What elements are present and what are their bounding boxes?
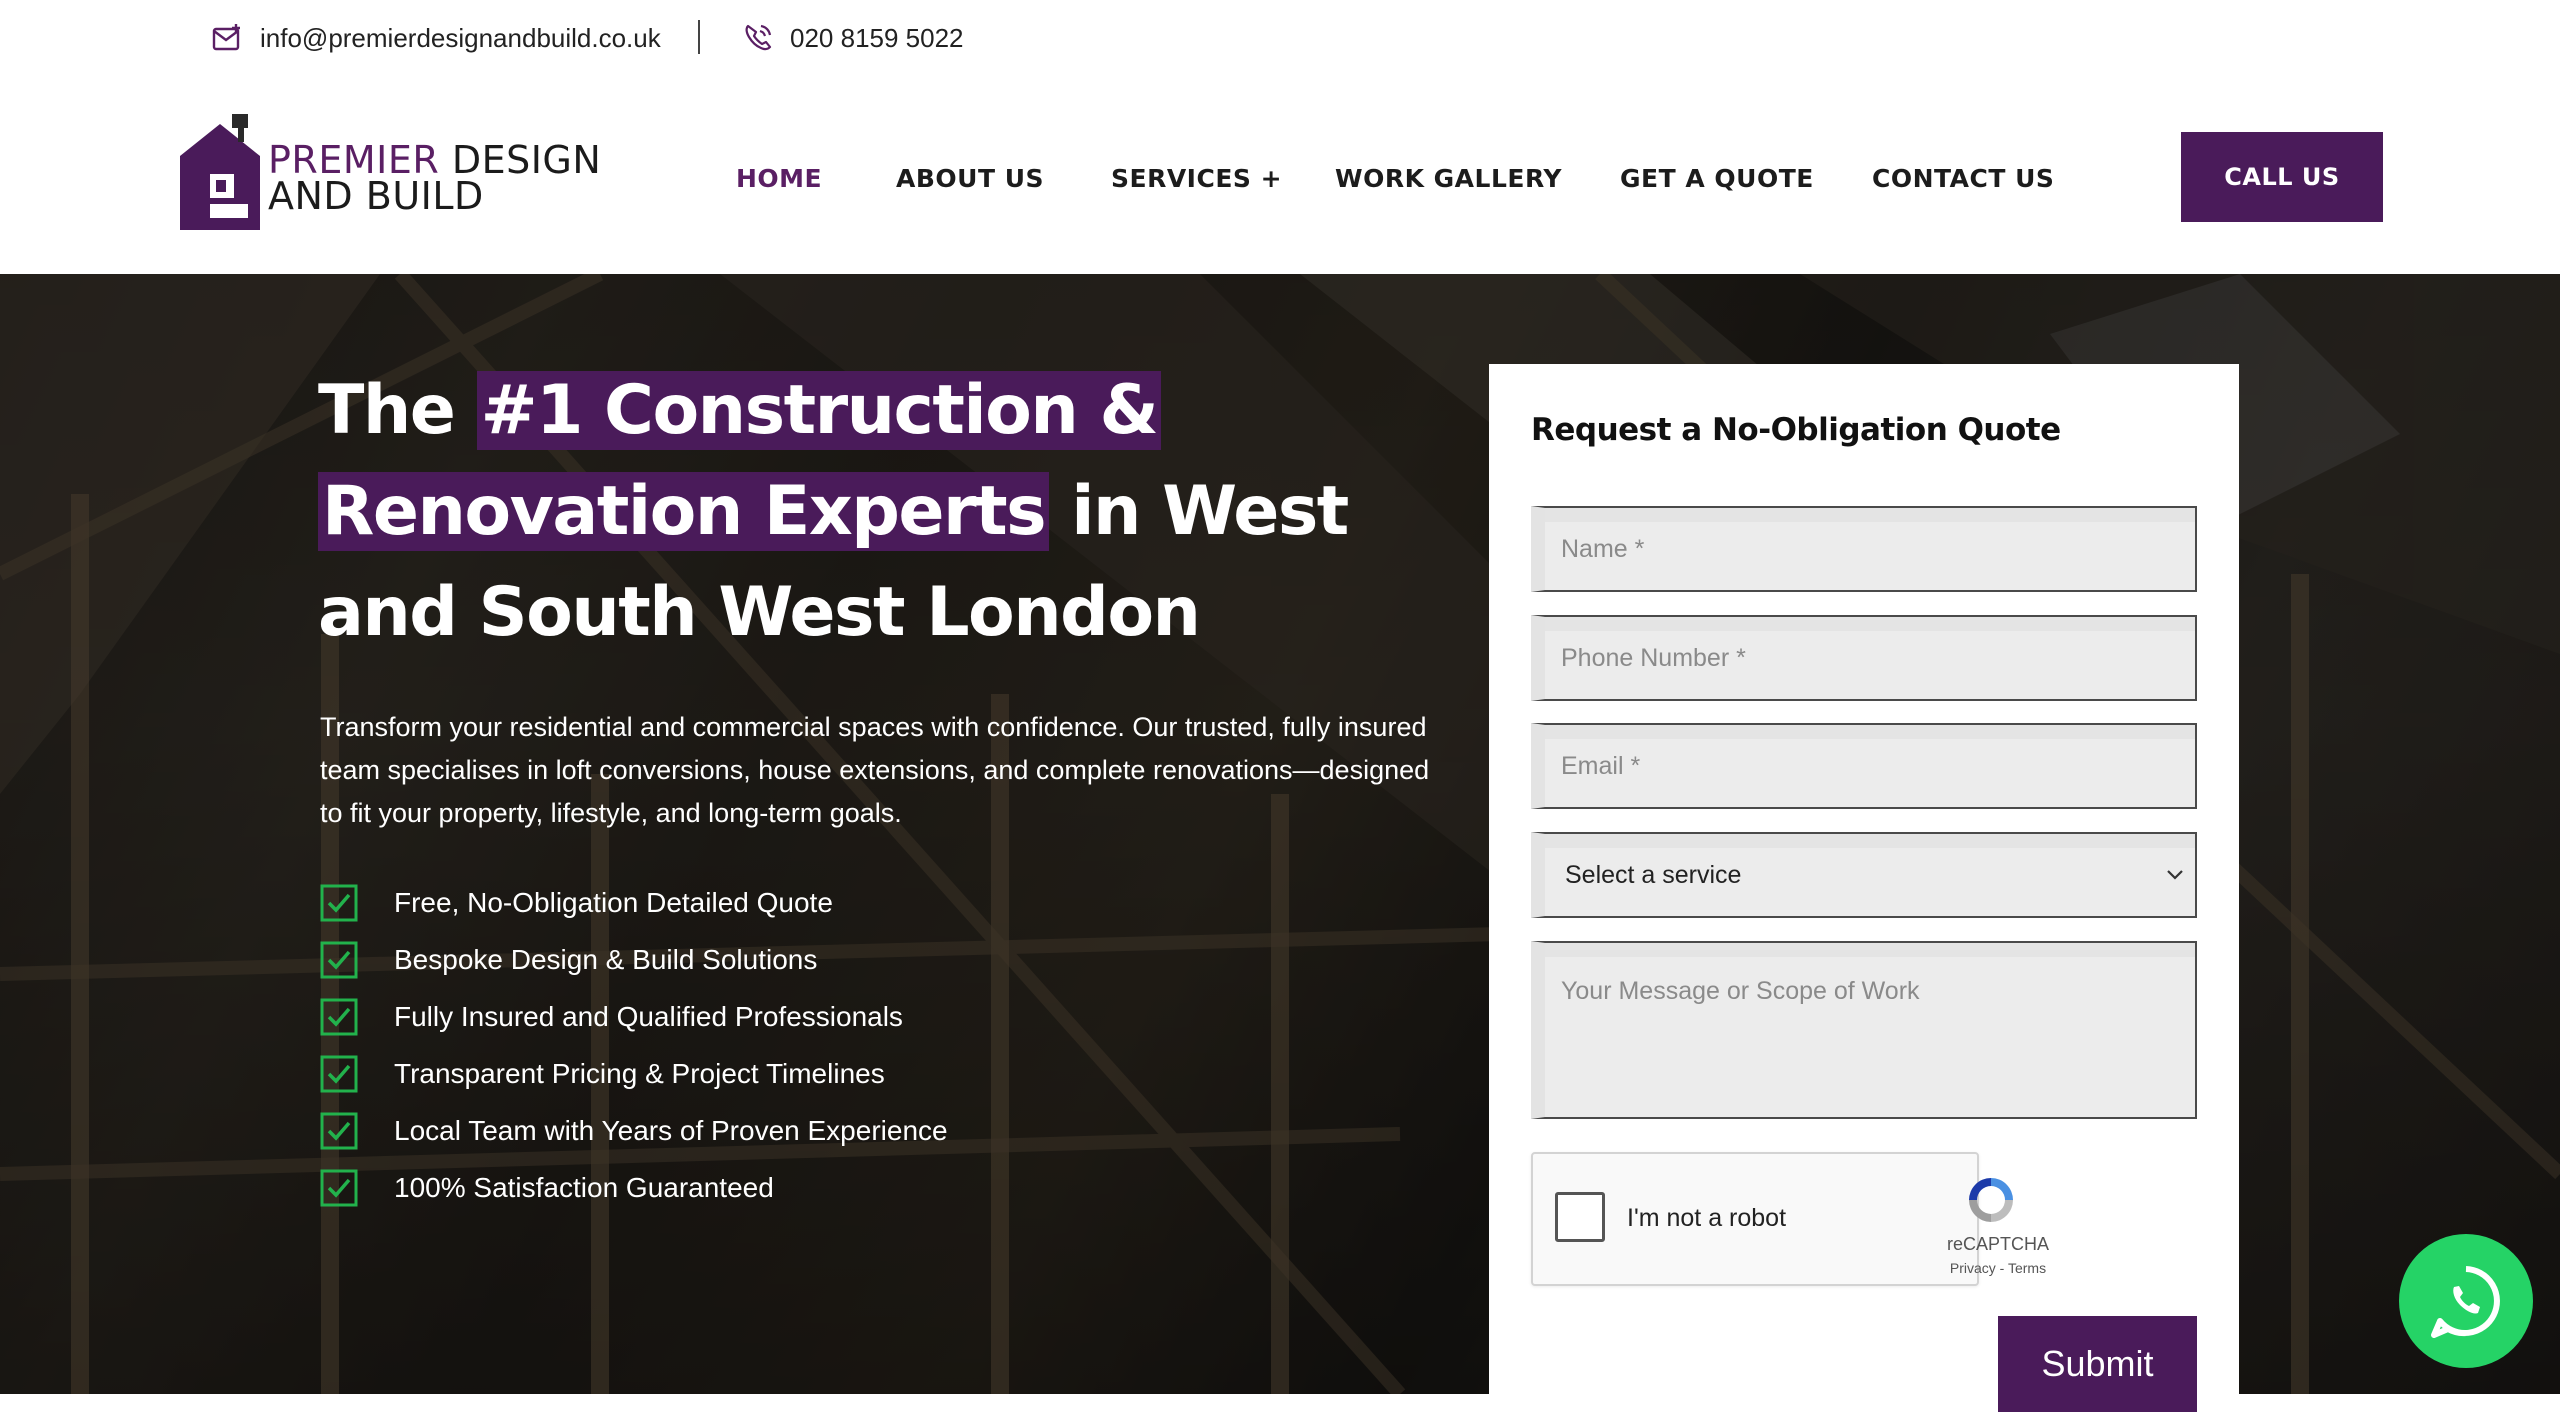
- feature-list: Free, No-Obligation Detailed Quote Bespo…: [320, 874, 948, 1216]
- nav-home[interactable]: HOME: [736, 164, 896, 193]
- checkbox-check-icon: [320, 1169, 358, 1206]
- recaptcha-checkbox[interactable]: [1555, 1192, 1605, 1242]
- hero-title-highlight-1: #1 Construction &: [476, 371, 1162, 450]
- feature-text: Transparent Pricing & Project Timelines: [394, 1057, 885, 1089]
- checkbox-check-icon: [320, 941, 358, 978]
- nav-get-a-quote[interactable]: GET A QUOTE: [1620, 164, 1872, 193]
- form-title: Request a No-Obligation Quote: [1531, 412, 2061, 448]
- service-select-value: Select a service: [1565, 860, 1742, 889]
- feature-item: Fully Insured and Qualified Professional…: [320, 988, 948, 1045]
- site-header: PREMIER DESIGN AND BUILD HOME ABOUT US S…: [0, 78, 2560, 274]
- feature-item: Free, No-Obligation Detailed Quote: [320, 874, 948, 931]
- checkbox-check-icon: [320, 1055, 358, 1092]
- recaptcha-brand: reCAPTCHA: [1946, 1234, 2049, 1254]
- email-text: info@premierdesignandbuild.co.uk: [260, 22, 661, 53]
- hero-title: The #1 Construction & Renovation Experts …: [318, 360, 1468, 663]
- email-field[interactable]: [1531, 723, 2197, 809]
- feature-item: Transparent Pricing & Project Timelines: [320, 1045, 948, 1102]
- recaptcha-label: I'm not a robot: [1627, 1204, 1787, 1232]
- checkbox-check-icon: [320, 884, 358, 921]
- recaptcha-links[interactable]: Privacy - Terms: [1933, 1260, 2063, 1276]
- phone-text: 020 8159 5022: [790, 22, 964, 53]
- phone-field[interactable]: [1531, 615, 2197, 701]
- phone-link[interactable]: 020 8159 5022: [740, 18, 964, 58]
- recaptcha-logo-icon: [1969, 1178, 2013, 1222]
- feature-item: Local Team with Years of Proven Experien…: [320, 1102, 948, 1159]
- feature-text: Local Team with Years of Proven Experien…: [394, 1114, 948, 1146]
- nav-contact-us[interactable]: CONTACT US: [1872, 164, 2072, 193]
- feature-text: Free, No-Obligation Detailed Quote: [394, 886, 833, 918]
- name-field[interactable]: [1531, 506, 2197, 592]
- message-field[interactable]: [1531, 941, 2197, 1119]
- nav-about-us[interactable]: ABOUT US: [896, 164, 1111, 193]
- feature-text: Bespoke Design & Build Solutions: [394, 943, 818, 975]
- checkbox-check-icon: [320, 998, 358, 1035]
- whatsapp-button[interactable]: [2399, 1234, 2533, 1368]
- recaptcha-widget: I'm not a robot reCAPTCHA Privacy - Term…: [1531, 1152, 2049, 1286]
- top-contact-bar: info@premierdesignandbuild.co.uk 020 815…: [0, 0, 2560, 78]
- phone-icon: [745, 24, 772, 51]
- email-link[interactable]: info@premierdesignandbuild.co.uk: [210, 18, 661, 58]
- service-select[interactable]: Select a service: [1531, 832, 2197, 918]
- logo[interactable]: PREMIER DESIGN AND BUILD: [178, 114, 638, 230]
- feature-item: 100% Satisfaction Guaranteed: [320, 1159, 948, 1216]
- logo-wordmark: PREMIER DESIGN AND BUILD: [268, 141, 601, 218]
- feature-text: 100% Satisfaction Guaranteed: [394, 1171, 774, 1203]
- hero-description: Transform your residential and commercia…: [320, 712, 1430, 828]
- topbar-divider: [698, 20, 700, 54]
- hero-title-highlight-2: Renovation Experts: [318, 472, 1050, 551]
- logo-line2: AND BUILD: [268, 174, 484, 218]
- house-logo-icon: [180, 114, 260, 230]
- hero-title-prefix: The: [318, 371, 477, 450]
- nav-work-gallery[interactable]: WORK GALLERY: [1335, 164, 1620, 193]
- feature-text: Fully Insured and Qualified Professional…: [394, 1000, 903, 1032]
- checkbox-check-icon: [320, 1112, 358, 1149]
- submit-button[interactable]: Submit: [1998, 1316, 2197, 1412]
- chevron-down-icon: [2167, 870, 2183, 880]
- nav-services[interactable]: SERVICES +: [1111, 164, 1335, 193]
- main-nav: HOME ABOUT US SERVICES + WORK GALLERY GE…: [736, 164, 2072, 193]
- mail-icon: [212, 24, 240, 51]
- feature-item: Bespoke Design & Build Solutions: [320, 931, 948, 988]
- call-us-button[interactable]: CALL US: [2181, 132, 2383, 222]
- whatsapp-icon: [2431, 1266, 2500, 1338]
- quote-form: Request a No-Obligation Quote Select a s…: [1489, 364, 2239, 1424]
